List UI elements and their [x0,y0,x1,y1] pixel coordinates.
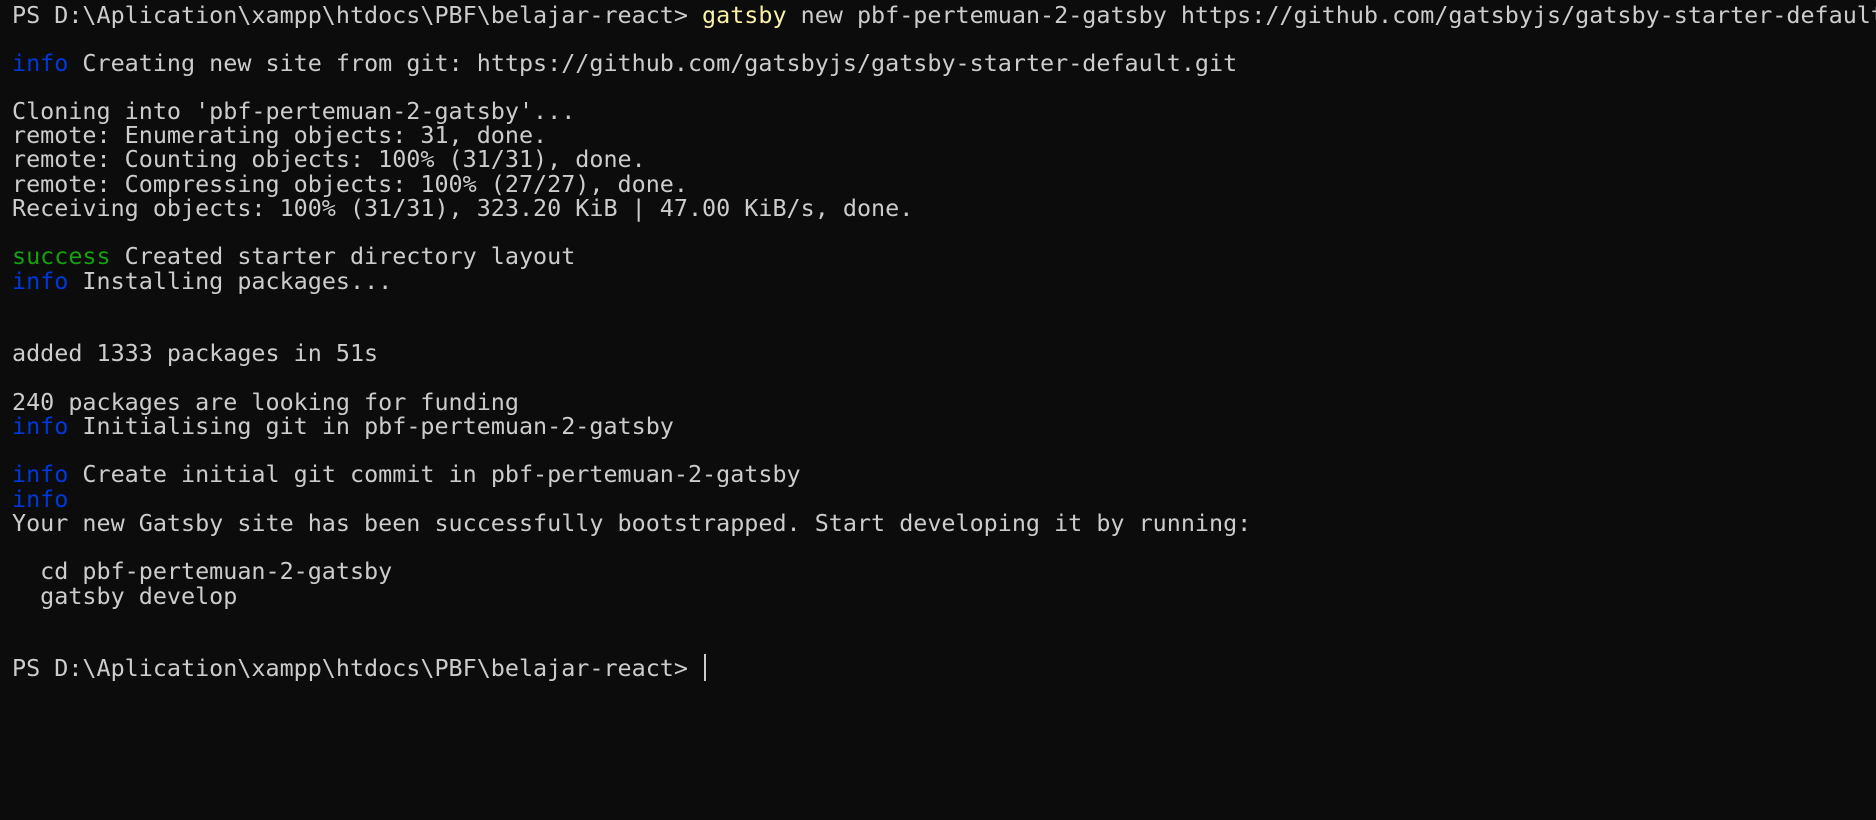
text-cursor [704,654,707,681]
output-text: Initialising git in pbf-pertemuan-2-gats… [68,412,674,440]
info-tag: info [12,460,69,488]
output-line-installing: info Installing packages... [12,267,392,296]
output-text: Installing packages... [68,267,393,295]
prompt: PS D:\Aplication\xampp\htdocs\PBF\belaja… [12,1,703,29]
prompt-line[interactable]: PS D:\Aplication\xampp\htdocs\PBF\belaja… [12,654,707,683]
output-line-creating-site: info Creating new site from git: https:/… [12,49,1237,78]
command-name: gatsby [702,1,787,29]
terminal-window[interactable]: PS D:\Aplication\xampp\htdocs\PBF\belaja… [0,0,1876,820]
info-tag: info [12,49,69,77]
success-tag: success [12,242,111,270]
command-line: PS D:\Aplication\xampp\htdocs\PBF\belaja… [12,1,1876,30]
output-line-added: added 1333 packages in 51s [12,339,379,367]
output-line-init-git: info Initialising git in pbf-pertemuan-2… [12,412,674,441]
prompt: PS D:\Aplication\xampp\htdocs\PBF\belaja… [12,654,703,682]
info-tag: info [12,267,69,295]
output-line-create-commit: info Create initial git commit in pbf-pe… [12,460,801,489]
output-text: Creating new site from git: https://gith… [68,49,1238,77]
output-text: Create initial git commit in pbf-pertemu… [68,460,801,488]
output-line-receiving: Receiving objects: 100% (31/31), 323.20 … [12,194,914,222]
output-line-develop-command: gatsby develop [12,582,238,610]
info-tag: info [12,412,69,440]
output-line-bootstrapped: Your new Gatsby site has been successful… [12,509,1252,537]
output-text: Created starter directory layout [110,242,576,270]
command-args: new pbf-pertemuan-2-gatsby https://githu… [786,1,1876,29]
